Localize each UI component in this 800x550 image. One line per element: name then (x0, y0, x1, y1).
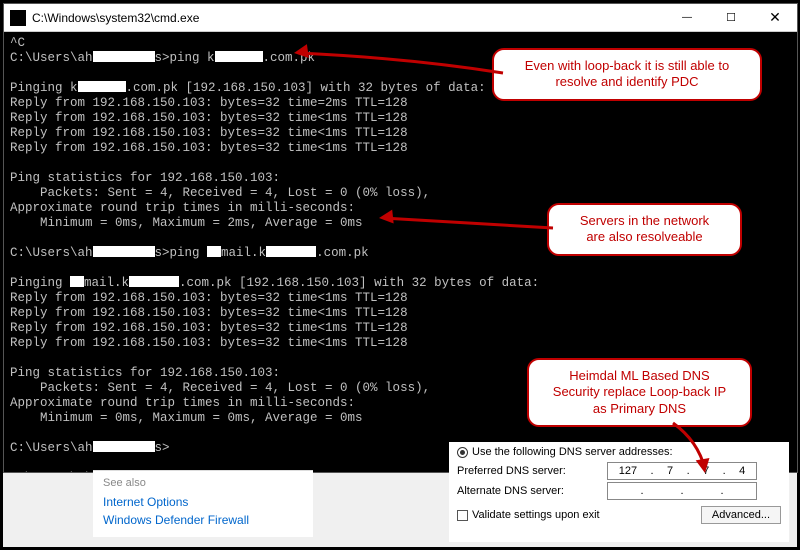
dns-radio-row[interactable]: Use the following DNS server addresses: (457, 446, 781, 458)
titlebar[interactable]: C:\Windows\system32\cmd.exe (4, 4, 797, 32)
callout-loopback-resolve: Even with loop-back it is still able to … (492, 48, 762, 101)
minimize-button[interactable] (665, 4, 709, 32)
callout-arrow-1 (288, 53, 508, 118)
callout-text: Even with loop-back it is still able to … (508, 58, 746, 91)
callout-arrow-3 (643, 421, 723, 486)
alternate-dns-label: Alternate DNS server: (457, 485, 607, 497)
see-also-panel: See also Internet Options Windows Defend… (93, 470, 313, 537)
validate-checkbox[interactable]: Validate settings upon exit (457, 509, 600, 521)
preferred-dns-label: Preferred DNS server: (457, 465, 607, 477)
advanced-button[interactable]: Advanced... (701, 506, 781, 524)
link-defender-firewall[interactable]: Windows Defender Firewall (103, 513, 303, 527)
window-title: C:\Windows\system32\cmd.exe (32, 11, 665, 25)
maximize-button[interactable] (709, 4, 753, 32)
dns-settings-panel: Use the following DNS server addresses: … (449, 442, 789, 542)
callout-text: Heimdal ML Based DNS Security replace Lo… (543, 368, 736, 417)
window-controls (665, 4, 797, 32)
link-internet-options[interactable]: Internet Options (103, 495, 303, 509)
callout-arrow-2 (373, 218, 563, 263)
radio-selected-icon[interactable] (457, 447, 468, 458)
callout-text: Servers in the network are also resolvea… (563, 213, 726, 246)
callout-servers-resolvable: Servers in the network are also resolvea… (547, 203, 742, 256)
close-button[interactable] (753, 4, 797, 32)
cmd-icon (10, 10, 26, 26)
see-also-header: See also (103, 477, 303, 489)
callout-heimdal-dns: Heimdal ML Based DNS Security replace Lo… (527, 358, 752, 427)
